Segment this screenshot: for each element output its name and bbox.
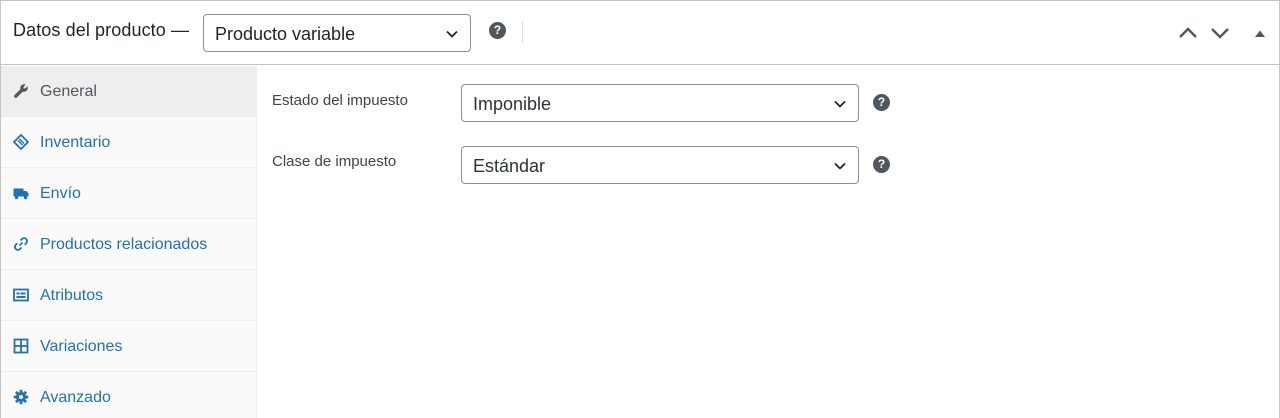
tab-envio[interactable]: Envío: [1, 168, 256, 219]
product-type-select[interactable]: Producto variable: [203, 14, 471, 52]
wrench-icon: [14, 84, 28, 98]
tax-class-value: Estándar: [473, 156, 546, 176]
tab-general[interactable]: General: [1, 66, 256, 117]
chevron-down-icon: [446, 30, 458, 38]
help-icon[interactable]: ?: [873, 94, 890, 111]
help-icon[interactable]: ?: [489, 22, 506, 39]
tax-status-label: Estado del impuesto: [272, 92, 408, 109]
tab-label: Variaciones: [40, 338, 123, 355]
tab-label: Productos relacionados: [40, 236, 208, 253]
tab-avanzado[interactable]: Avanzado: [1, 372, 256, 418]
tab-label: Inventario: [40, 134, 111, 151]
product-data-panel: Datos del producto — Producto variable ?: [0, 0, 1280, 418]
link-icon: [14, 237, 28, 251]
tax-status-value: Imponible: [473, 94, 552, 114]
tax-status-select[interactable]: Imponible: [461, 84, 859, 122]
tab-label: Atributos: [40, 287, 104, 304]
tag-icon: [13, 134, 29, 150]
help-icon[interactable]: ?: [873, 156, 890, 173]
general-tab-panel: Estado del impuesto Imponible ? Clase de…: [257, 66, 1279, 418]
tax-class-label: Clase de impuesto: [272, 153, 397, 170]
tab-label: General: [40, 83, 97, 100]
triangle-up-icon: [1255, 30, 1265, 37]
chevron-down-icon: [834, 162, 846, 170]
tab-productos-relacionados[interactable]: Productos relacionados: [1, 219, 256, 270]
list-card-icon: [13, 288, 29, 302]
move-up-button[interactable]: [1177, 23, 1199, 43]
panel-header: Datos del producto — Producto variable ?: [1, 1, 1279, 65]
chevron-up-icon: [1179, 27, 1197, 38]
header-divider: [522, 21, 523, 43]
truck-icon: [13, 188, 29, 200]
tax-class-select[interactable]: Estándar: [461, 146, 859, 184]
gear-icon: [13, 389, 29, 405]
chevron-down-icon: [834, 100, 846, 108]
grid-icon: [13, 338, 29, 354]
product-type-value: Producto variable: [215, 24, 356, 44]
tab-inventario[interactable]: Inventario: [1, 117, 256, 168]
move-down-button[interactable]: [1209, 23, 1231, 43]
tab-label: Avanzado: [40, 389, 111, 406]
tab-label: Envío: [40, 185, 81, 202]
tab-variaciones[interactable]: Variaciones: [1, 321, 256, 372]
product-data-tabs: General Inventario Envío Productos relac…: [1, 66, 257, 418]
chevron-down-icon: [1211, 28, 1229, 39]
toggle-panel-button[interactable]: [1249, 23, 1271, 43]
tab-atributos[interactable]: Atributos: [1, 270, 256, 321]
panel-title: Datos del producto —: [13, 20, 190, 40]
